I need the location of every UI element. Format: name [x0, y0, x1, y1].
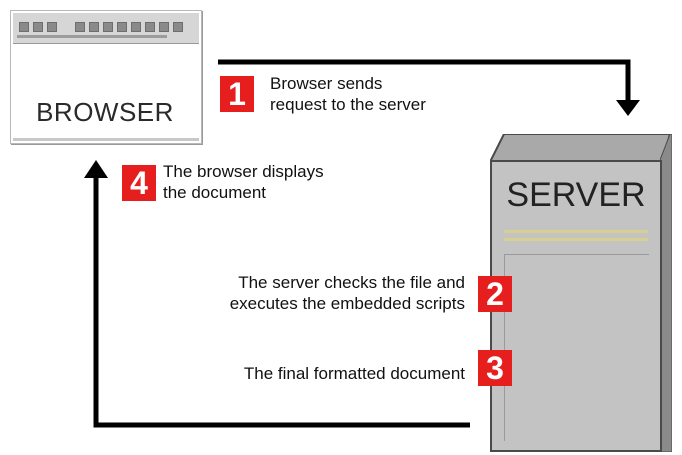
arrow-response-head — [84, 160, 108, 178]
browser-status-bar — [13, 138, 199, 141]
browser-label: BROWSER — [36, 97, 174, 127]
toolbar-icon — [103, 22, 113, 32]
step-4-badge: 4 — [122, 165, 156, 201]
browser-toolbar — [13, 13, 199, 44]
server-panel — [504, 254, 649, 441]
arrow-request-head — [616, 100, 640, 116]
toolbar-icon — [145, 22, 155, 32]
toolbar-icon — [75, 22, 85, 32]
toolbar-icon — [173, 22, 183, 32]
toolbar-icon — [117, 22, 127, 32]
server-stripe — [504, 230, 648, 233]
step-1-text: Browser sends request to the server — [270, 74, 426, 114]
toolbar-icon — [19, 22, 29, 32]
step-4-text: The browser displays the document — [163, 162, 324, 202]
toolbar-icon — [131, 22, 141, 32]
toolbar-icon — [159, 22, 169, 32]
step-2-badge: 2 — [478, 276, 512, 312]
server-stripe — [504, 238, 648, 241]
step-3-text: The final formatted document — [243, 364, 465, 383]
address-bar — [17, 35, 167, 38]
browser-window: BROWSER — [10, 10, 202, 144]
step-2-text: The server checks the file and executes … — [229, 273, 465, 313]
server-top — [490, 134, 670, 162]
toolbar-icon — [47, 22, 57, 32]
client-server-diagram: BROWSER 1 Browser sends request to the s… — [0, 0, 682, 455]
step-1-badge: 1 — [220, 76, 254, 112]
server-label: SERVER — [506, 176, 646, 214]
toolbar-icon — [33, 22, 43, 32]
step-3-badge: 3 — [478, 350, 512, 386]
toolbar-icon — [89, 22, 99, 32]
server-tower: SERVER — [490, 160, 662, 452]
